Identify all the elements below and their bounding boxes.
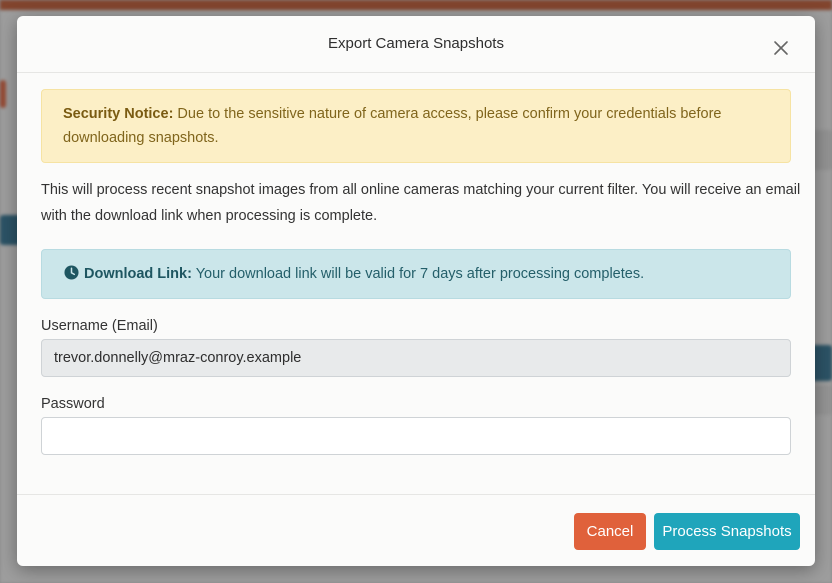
download-link-text: Your download link will be valid for 7 d…	[191, 266, 645, 282]
password-field[interactable]	[41, 417, 791, 455]
process-snapshots-button[interactable]: Process Snapshots	[654, 513, 800, 550]
modal-header: Export Camera Snapshots	[17, 16, 815, 73]
modal-footer: Cancel Process Snapshots	[17, 494, 815, 567]
export-description: This will process recent snapshot images…	[41, 182, 801, 224]
download-link-label: Download Link:	[84, 266, 192, 282]
security-notice-label: Security Notice:	[63, 106, 174, 122]
close-button[interactable]	[771, 38, 791, 58]
password-label: Password	[41, 396, 105, 412]
security-notice-alert: Security Notice: Due to the sensitive na…	[41, 89, 791, 163]
download-link-alert: Download Link: Your download link will b…	[41, 249, 791, 299]
cancel-button[interactable]: Cancel	[574, 513, 646, 550]
username-field[interactable]	[41, 339, 791, 377]
close-icon	[774, 41, 788, 55]
clock-icon	[64, 264, 79, 288]
export-snapshots-modal: Export Camera Snapshots Security Notice:…	[17, 16, 815, 566]
username-label: Username (Email)	[41, 318, 158, 334]
modal-title: Export Camera Snapshots	[328, 35, 504, 52]
